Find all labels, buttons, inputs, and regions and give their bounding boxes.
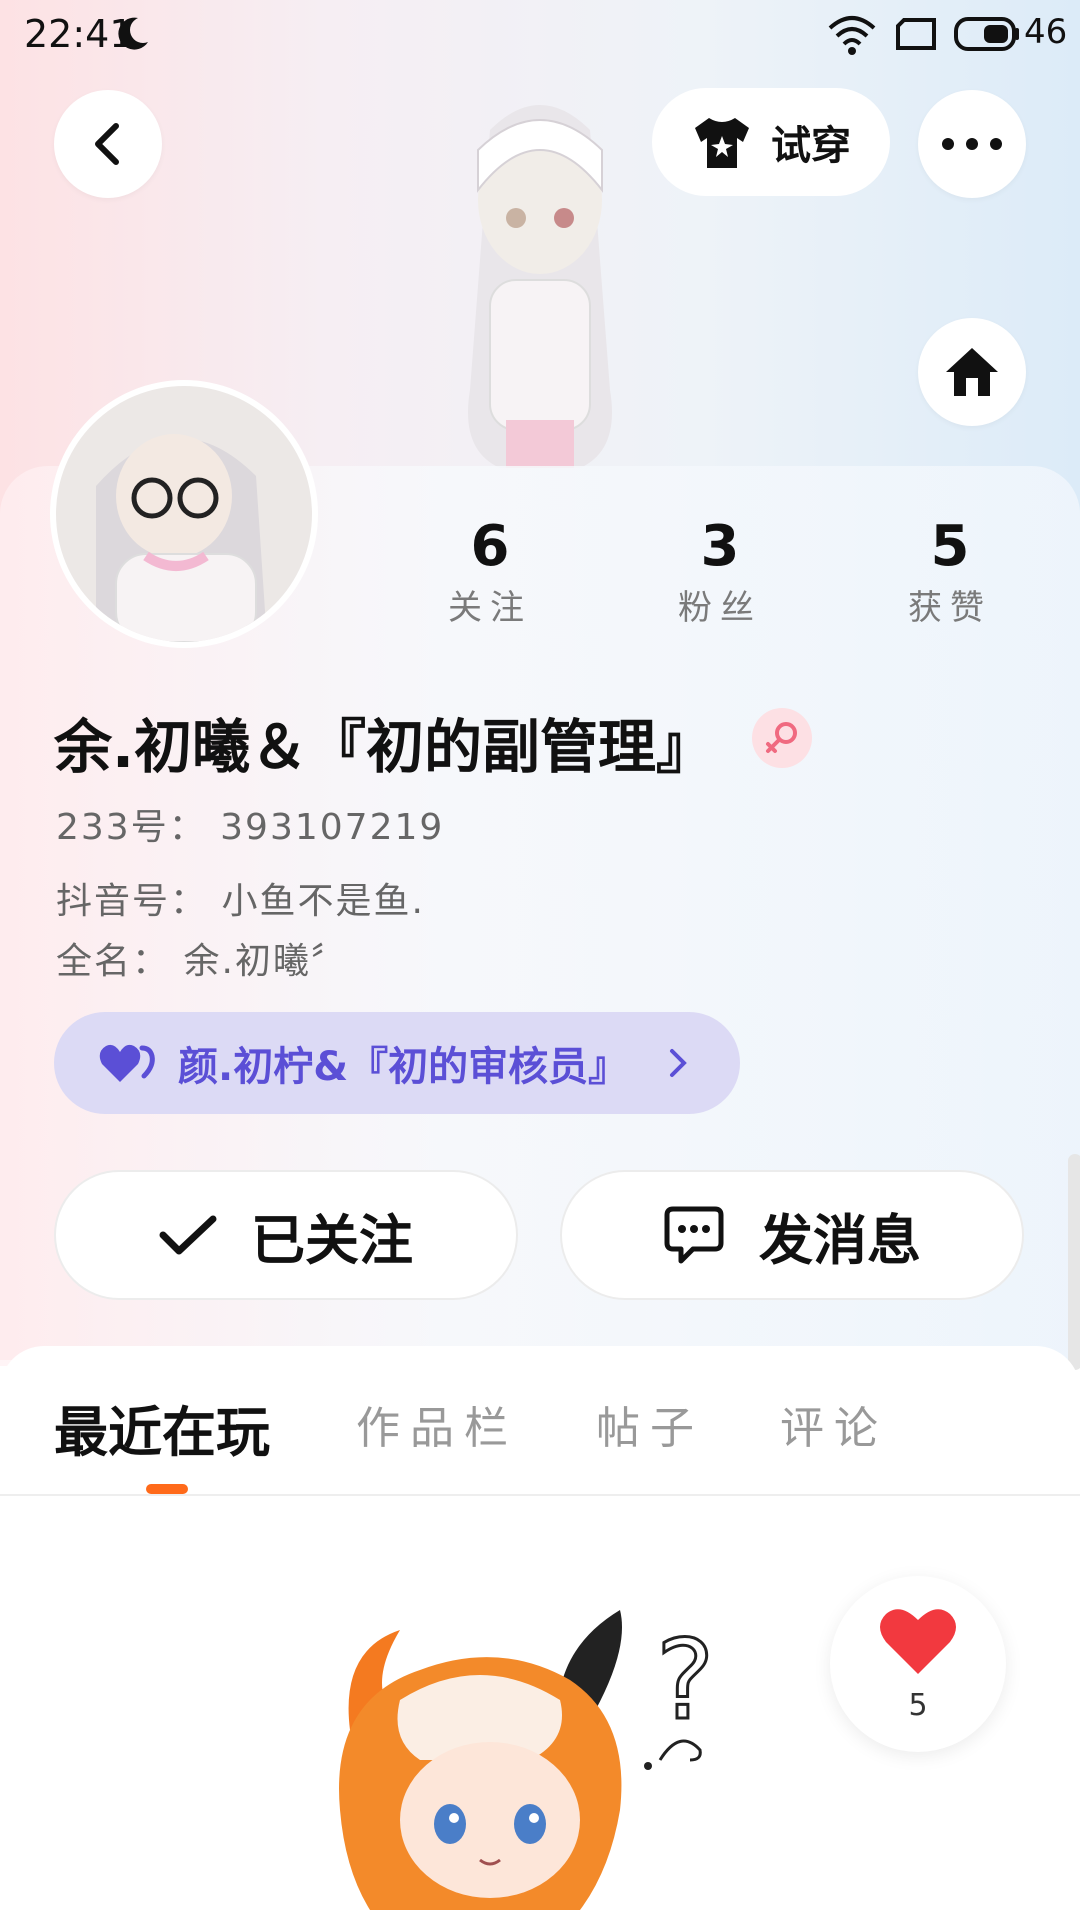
heart-icon <box>880 1609 956 1674</box>
chat-bubble-icon <box>664 1206 724 1264</box>
home-button[interactable] <box>918 318 1026 426</box>
sim-icon <box>896 18 936 50</box>
following-count: 6 <box>470 514 510 579</box>
tab-divider <box>0 1494 1080 1496</box>
likes-label: 获赞 <box>908 588 992 628</box>
more-dots-icon <box>942 138 1002 150</box>
status-bar: 22:41 46 <box>0 0 1080 70</box>
empty-state-illustration: ? <box>339 1610 716 1910</box>
tab-comments[interactable]: 评论 <box>780 1392 888 1456</box>
battery-level: 46 <box>1024 12 1068 52</box>
tab-posts[interactable]: 帖子 <box>596 1392 704 1456</box>
relation-link[interactable]: 颜.初柠&『初的审核员』 <box>54 1012 740 1114</box>
side-scroll-handle[interactable] <box>1068 1154 1080 1370</box>
more-button[interactable] <box>918 90 1026 198</box>
stat-followers[interactable]: 3 粉丝 <box>630 512 810 634</box>
followed-label: 已关注 <box>251 1208 413 1272</box>
female-gender-icon <box>752 708 812 768</box>
followers-label: 粉丝 <box>678 588 762 628</box>
profile-name: 余.初曦＆『初的副管理』 <box>54 713 715 781</box>
like-count: 5 <box>908 1688 928 1723</box>
chevron-left-icon <box>95 123 119 165</box>
tab-works[interactable]: 作品栏 <box>356 1392 518 1456</box>
svg-text:?: ? <box>656 1616 714 1744</box>
chevron-right-icon <box>670 1049 687 1077</box>
followed-button[interactable]: 已关注 <box>54 1170 518 1300</box>
home-icon <box>946 348 998 396</box>
check-icon <box>159 1215 217 1255</box>
followers-count: 3 <box>700 514 740 579</box>
tab-recently-played[interactable]: 最近在玩 <box>54 1388 270 1467</box>
likes-count: 5 <box>930 514 970 579</box>
wifi-icon <box>828 16 876 55</box>
try-on-button[interactable]: 试穿 <box>652 88 890 196</box>
bio-line-1: 抖音号： 小鱼不是鱼. <box>56 881 425 922</box>
relation-name: 颜.初柠&『初的审核员』 <box>178 1044 629 1090</box>
double-heart-icon <box>99 1044 155 1082</box>
shirt-icon <box>695 118 749 168</box>
active-tab-indicator <box>146 1484 188 1494</box>
avatar-image <box>56 386 312 642</box>
avatar[interactable] <box>50 380 318 648</box>
send-message-label: 发消息 <box>759 1208 921 1272</box>
moon-icon <box>118 17 148 50</box>
following-label: 关注 <box>448 588 532 628</box>
like-button[interactable]: 5 <box>830 1576 1006 1752</box>
send-message-button[interactable]: 发消息 <box>560 1170 1024 1300</box>
stat-following[interactable]: 6 关注 <box>400 512 580 634</box>
back-button[interactable] <box>54 90 162 198</box>
bio-line-2: 全名： 余.初曦〞 <box>56 941 349 982</box>
user-id: 233号： 393107219 <box>56 807 445 848</box>
stat-likes[interactable]: 5 获赞 <box>860 512 1040 634</box>
battery-icon <box>954 17 1019 51</box>
try-on-label: 试穿 <box>771 123 851 169</box>
